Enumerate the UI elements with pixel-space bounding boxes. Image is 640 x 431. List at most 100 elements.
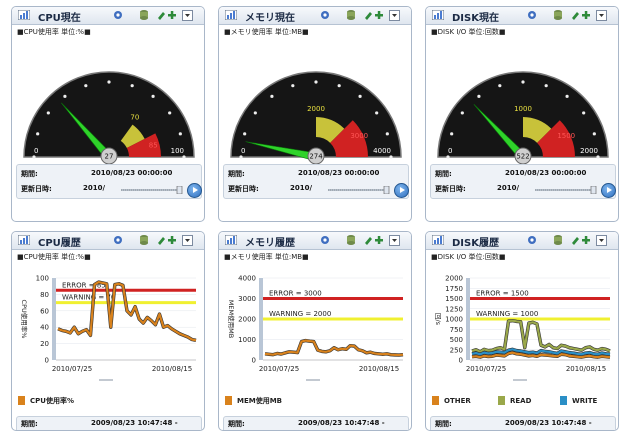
gauge-tick xyxy=(460,111,464,115)
gauge-tick xyxy=(291,84,295,88)
y-tick-label: 2000 xyxy=(238,316,256,324)
footer-box: 期間: 2009/08/23 10:47:48 - xyxy=(223,416,409,430)
unit-label: ■DISK I/O 単位:回数■ xyxy=(431,28,506,36)
period-value: 2010/08/23 00:00:00 xyxy=(298,169,380,177)
database-icon[interactable] xyxy=(345,9,357,21)
x-tick-label: 2010/08/15 xyxy=(152,365,192,373)
y-tick-label: 3000 xyxy=(238,295,256,303)
database-icon[interactable] xyxy=(552,234,564,246)
gauge-tick xyxy=(446,155,450,159)
gauge-tick xyxy=(358,94,362,98)
arrows-add-icon[interactable] xyxy=(157,234,177,246)
updated-label: 更新日時: xyxy=(228,185,259,193)
gear-icon[interactable] xyxy=(526,234,538,246)
updated-label: 更新日時: xyxy=(435,185,466,193)
y-axis-label: MEM使用MB xyxy=(227,300,236,338)
dropdown-icon[interactable] xyxy=(389,10,400,21)
y-tick-label: 1750 xyxy=(445,285,463,293)
gear-icon[interactable] xyxy=(526,9,538,21)
database-icon[interactable] xyxy=(138,9,150,21)
error-threshold-label: ERROR = 1500 xyxy=(476,290,529,298)
y-tick-label: 40 xyxy=(40,324,49,332)
play-button[interactable] xyxy=(394,183,409,198)
legend-label: OTHER xyxy=(444,397,471,405)
dropdown-icon[interactable] xyxy=(182,10,193,21)
chart-icon xyxy=(432,235,444,245)
arrows-add-icon[interactable] xyxy=(571,9,591,21)
gauge-tick xyxy=(450,132,454,136)
gauge-tick xyxy=(151,94,155,98)
dropdown-icon[interactable] xyxy=(596,10,607,21)
gauge-value-label: 274 xyxy=(309,153,323,161)
gauge-min-label: 0 xyxy=(241,147,245,155)
axis-bar xyxy=(259,278,263,360)
y-tick-label: 0 xyxy=(252,357,256,365)
gear-icon[interactable] xyxy=(319,9,331,21)
legend-label: WRITE xyxy=(572,397,598,405)
updated-label: 更新日時: xyxy=(21,185,52,193)
legend: MEM使用MB xyxy=(219,396,411,410)
arrows-add-icon[interactable] xyxy=(364,234,384,246)
gauge-error-label: 85 xyxy=(149,142,158,150)
gauge-min-label: 0 xyxy=(34,147,38,155)
gauge-tick xyxy=(243,132,247,136)
legend-item: WRITE xyxy=(560,396,597,405)
time-slider[interactable] xyxy=(121,186,185,194)
legend-label: READ xyxy=(510,397,532,405)
time-slider[interactable] xyxy=(535,186,599,194)
gauge-tick xyxy=(565,94,569,98)
legend-label: MEM使用MB xyxy=(237,397,283,405)
unit-label: ■メモリ使用率 単位:MB■ xyxy=(224,28,309,36)
panel-header: CPU現在 xyxy=(12,7,204,25)
gauge-warning-label: 70 xyxy=(130,113,139,121)
updated-value: 2010/ xyxy=(497,184,520,192)
gauge-tick xyxy=(84,84,88,88)
period-value: 2010/08/23 00:00:00 xyxy=(91,169,173,177)
footer-box: 期間: 2009/08/23 10:47:48 - xyxy=(16,416,202,430)
gauge-warning-label: 2000 xyxy=(307,105,325,113)
arrows-add-icon[interactable] xyxy=(364,9,384,21)
legend: CPU使用率% xyxy=(12,396,204,410)
dropdown-icon[interactable] xyxy=(596,235,607,246)
arrows-add-icon[interactable] xyxy=(571,234,591,246)
arrows-add-icon[interactable] xyxy=(157,9,177,21)
unit-label: ■CPU使用率 単位:%■ xyxy=(17,253,91,261)
database-icon[interactable] xyxy=(345,234,357,246)
dropdown-icon[interactable] xyxy=(389,235,400,246)
unit-label: ■CPU使用率 単位:%■ xyxy=(17,28,91,36)
gauge-min-label: 0 xyxy=(448,147,452,155)
database-icon[interactable] xyxy=(138,234,150,246)
x-tick-label: 2010/07/25 xyxy=(466,365,506,373)
gear-icon[interactable] xyxy=(112,234,124,246)
gauge-tick xyxy=(375,111,379,115)
time-slider[interactable] xyxy=(328,186,392,194)
period-value: 2010/08/23 00:00:00 xyxy=(505,169,587,177)
history-chart: CPU使用率%020406080100ERROR = 85WARNING = 7… xyxy=(20,275,197,381)
info-box: 期間: 2010/08/23 00:00:00 更新日時: 2010/ xyxy=(430,164,616,199)
database-icon[interactable] xyxy=(552,9,564,21)
gauge-tick xyxy=(253,111,257,115)
period-label: 期間: xyxy=(21,420,38,428)
y-tick-label: 60 xyxy=(40,307,49,315)
scroll-handle xyxy=(306,379,320,381)
play-button[interactable] xyxy=(601,183,616,198)
history-chart: MEM使用MB 0 1000 2000 3000 4000 ERROR = 3000 WARN… xyxy=(227,275,404,381)
disk-current-panel: DISK現在 ■DISK I/O 単位:回数■ 0 2000 1000 1500 522… xyxy=(425,6,619,222)
axis-bar xyxy=(52,278,56,360)
legend-swatch xyxy=(560,396,567,405)
panel-title: DISK現在 xyxy=(452,13,499,24)
gauge-warning-label: 1000 xyxy=(514,105,532,113)
gear-icon[interactable] xyxy=(319,234,331,246)
legend: OTHER READ WRITE xyxy=(426,396,618,410)
gauge-value-label: 27 xyxy=(105,153,114,161)
gauge-value-label: 522 xyxy=(516,153,529,161)
dropdown-icon[interactable] xyxy=(182,235,193,246)
gauge-dial xyxy=(437,71,609,158)
y-tick-label: 100 xyxy=(36,275,49,283)
gauge-max-label: 4000 xyxy=(373,147,391,155)
legend-item: OTHER xyxy=(432,396,471,405)
play-button[interactable] xyxy=(187,183,202,198)
gauge-tick xyxy=(498,84,502,88)
gear-icon[interactable] xyxy=(112,9,124,21)
axis-bar xyxy=(466,278,470,360)
